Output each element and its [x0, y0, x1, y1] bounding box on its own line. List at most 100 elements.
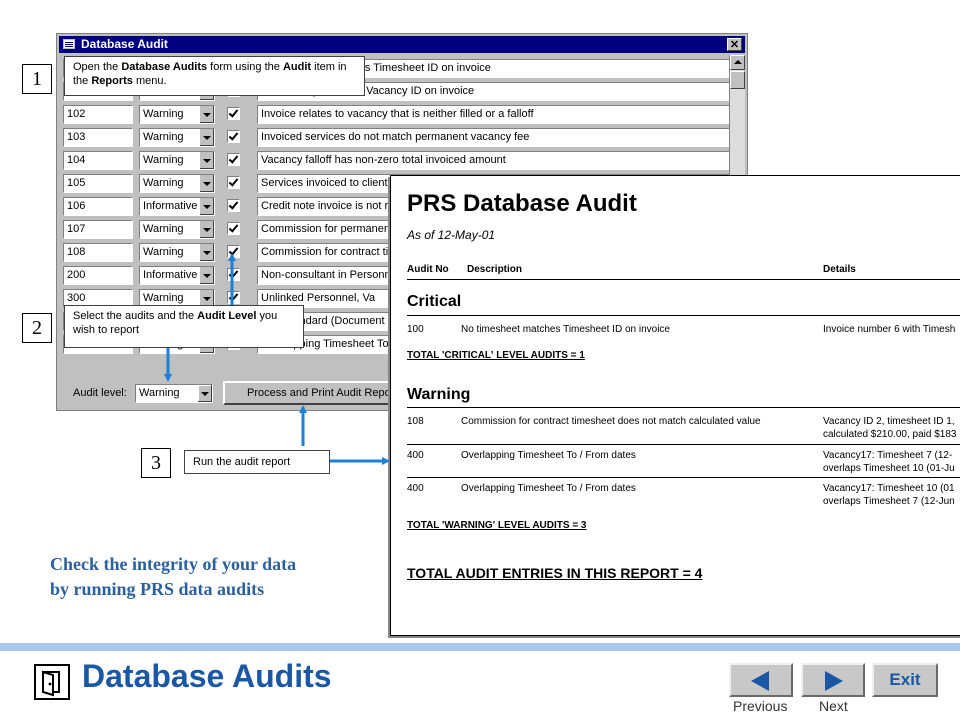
callout-text: Select the audits and the [73, 310, 198, 322]
audit-number-field[interactable]: 200 [63, 266, 133, 285]
audit-level-value: Warning [143, 108, 184, 120]
chevron-down-icon[interactable] [198, 385, 212, 402]
chevron-down-icon[interactable] [199, 198, 214, 215]
audit-level-dropdown[interactable]: Informative [139, 197, 215, 216]
audit-level-value: Warning [143, 292, 184, 304]
audit-number-field[interactable]: 103 [63, 128, 133, 147]
audit-number-field[interactable]: 102 [63, 105, 133, 124]
tagline-line-2: by running PRS data audits [50, 579, 265, 599]
audit-level-dropdown[interactable]: Informative [139, 266, 215, 285]
report-row-no: 108 [407, 416, 424, 427]
audit-level-dropdown[interactable]: Warning [139, 174, 215, 193]
report-row-details-2: overlaps Timesheet 7 (12-Jun [823, 496, 955, 507]
audit-row: 103 Warning Invoiced services do not match… [63, 128, 731, 149]
audit-level-dropdown[interactable]: Warning [139, 105, 215, 124]
chevron-down-icon[interactable] [199, 175, 214, 192]
audit-level-value: Informative [143, 269, 198, 281]
header-divider [407, 279, 960, 280]
audit-level-value: Warning [143, 154, 184, 166]
include-audit-checkbox[interactable] [227, 291, 240, 304]
form-icon [63, 39, 75, 49]
audit-description-field[interactable]: Invoiced services do not match permanent… [257, 128, 731, 147]
previous-button[interactable] [729, 663, 793, 697]
scroll-thumb[interactable] [730, 71, 745, 89]
step-3-callout: Run the audit report [184, 450, 330, 474]
callout-bold: Audit Level [197, 310, 257, 322]
audit-number-field[interactable]: 105 [63, 174, 133, 193]
chevron-down-icon[interactable] [199, 106, 214, 123]
chevron-down-icon[interactable] [199, 267, 214, 284]
audit-level-value: Warning [139, 387, 180, 399]
include-audit-checkbox[interactable] [227, 268, 240, 281]
section-divider [407, 315, 960, 316]
callout-bold: Audit [282, 61, 312, 73]
step-1-callout: Open the Database Audits form using the … [64, 56, 365, 96]
chevron-down-icon[interactable] [199, 152, 214, 169]
warning-total: TOTAL 'WARNING' LEVEL AUDITS = 3 [407, 520, 587, 531]
step-2-callout: Select the audits and the Audit Level yo… [64, 305, 304, 348]
audit-number-field[interactable]: 104 [63, 151, 133, 170]
tagline: Check the integrity of your data by runn… [50, 552, 296, 602]
grand-total: TOTAL AUDIT ENTRIES IN THIS REPORT = 4 [407, 565, 703, 581]
report-row-description: Overlapping Timesheet To / From dates [461, 483, 636, 494]
window-title-bar: Database Audit ✕ [59, 36, 745, 53]
tagline-line-1: Check the integrity of your data [50, 554, 297, 574]
critical-total: TOTAL 'CRITICAL' LEVEL AUDITS = 1 [407, 350, 585, 361]
include-audit-checkbox[interactable] [227, 245, 240, 258]
section-warning: Warning [407, 386, 471, 403]
audit-level-value: Warning [143, 246, 184, 258]
audit-level-dropdown[interactable]: Warning [139, 243, 215, 262]
exit-button[interactable]: Exit [872, 663, 938, 697]
audit-level-dropdown[interactable]: Warning [139, 220, 215, 239]
report-date: As of 12-May-01 [407, 228, 496, 242]
report-row-description: No timesheet matches Timesheet ID on inv… [461, 324, 670, 335]
include-audit-checkbox[interactable] [227, 176, 240, 189]
chevron-down-icon[interactable] [199, 221, 214, 238]
audit-description-field[interactable]: Invoice relates to vacancy that is neith… [257, 105, 731, 124]
report-row-no: 400 [407, 450, 424, 461]
include-audit-checkbox[interactable] [227, 130, 240, 143]
audit-level-value: Informative [143, 200, 198, 212]
scroll-up-button[interactable] [730, 55, 745, 70]
audit-number-field[interactable]: 106 [63, 197, 133, 216]
audit-description-field[interactable]: Vacancy falloff has non-zero total invoi… [257, 151, 731, 170]
row-divider [407, 444, 960, 445]
step-2-badge: 2 [22, 313, 52, 343]
next-arrow-icon [825, 671, 843, 691]
report-title: PRS Database Audit [407, 190, 637, 217]
report-row-description: Commission for contract timesheet does n… [461, 416, 761, 427]
callout-text: form using the [207, 61, 283, 73]
audit-number-field[interactable]: 107 [63, 220, 133, 239]
callout-bold: Database Audits [121, 61, 208, 73]
audit-row: 104 Warning Vacancy falloff has non-zero t… [63, 151, 731, 172]
process-print-report-button[interactable]: Process and Print Audit Report [223, 381, 413, 405]
step-1-badge: 1 [22, 64, 52, 94]
include-audit-checkbox[interactable] [227, 222, 240, 235]
close-button[interactable]: ✕ [727, 38, 742, 51]
report-row-no: 100 [407, 324, 424, 335]
audit-level-value: Warning [143, 131, 184, 143]
include-audit-checkbox[interactable] [227, 199, 240, 212]
report-row-details: Vacancy17: Timesheet 10 (01 [823, 483, 955, 494]
chevron-down-icon[interactable] [199, 244, 214, 261]
audit-level-label: Audit level: [73, 387, 127, 399]
next-button[interactable] [801, 663, 865, 697]
col-header-details: Details [823, 264, 856, 275]
audit-level-dropdown[interactable]: Warning [139, 151, 215, 170]
report-row-details-2: calculated $210.00, paid $183 [823, 429, 957, 440]
step-3-badge: 3 [141, 448, 171, 478]
chevron-down-icon[interactable] [199, 129, 214, 146]
audit-level-select[interactable]: Warning [135, 384, 213, 403]
include-audit-checkbox[interactable] [227, 107, 240, 120]
col-header-audit-no: Audit No [407, 264, 449, 275]
include-audit-checkbox[interactable] [227, 153, 240, 166]
audit-level-dropdown[interactable]: Warning [139, 128, 215, 147]
callout-bold: Reports [91, 75, 133, 87]
footer-divider [0, 643, 960, 651]
audit-level-value: Warning [143, 177, 184, 189]
page-title: Database Audits [82, 658, 332, 694]
report-row-details: Invoice number 6 with Timesh [823, 324, 956, 335]
audit-level-value: Warning [143, 223, 184, 235]
audit-number-field[interactable]: 108 [63, 243, 133, 262]
callout-text: menu. [132, 75, 167, 87]
